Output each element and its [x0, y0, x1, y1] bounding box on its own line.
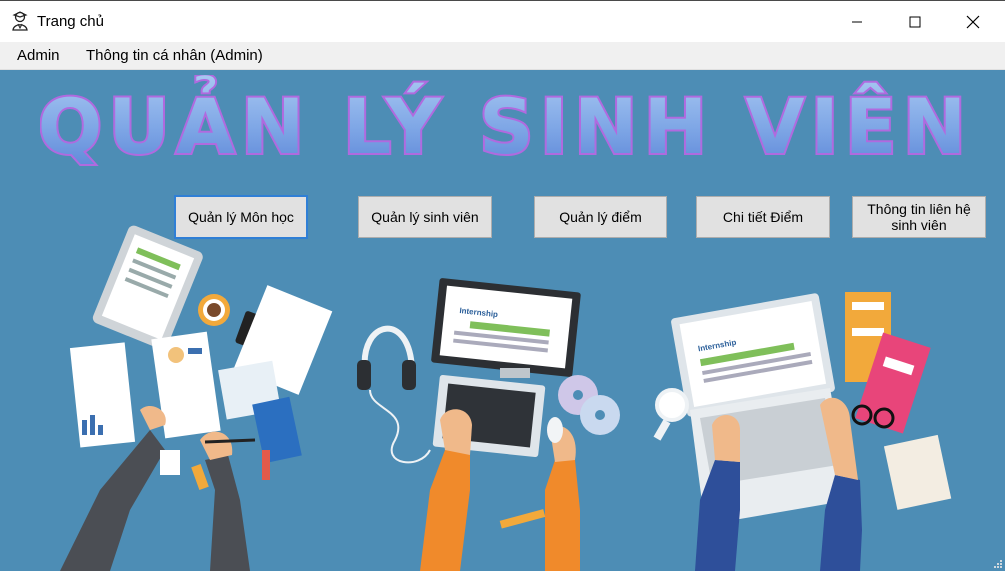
- banner-title-text: QUẢN LÝ SINH VIÊN: [40, 75, 970, 170]
- close-button[interactable]: [950, 1, 996, 43]
- books-illustration: [845, 292, 931, 434]
- headphones-illustration: [357, 325, 431, 464]
- magnifier-illustration: [653, 388, 689, 441]
- main-panel: Internship Internship QUẢN LÝ SINH VIÊN …: [0, 70, 1005, 571]
- maximize-button[interactable]: [892, 1, 938, 43]
- title-bar: Trang chủ: [0, 0, 1005, 42]
- menu-item-personal-info[interactable]: Thông tin cá nhân (Admin): [86, 47, 263, 64]
- banner-title: QUẢN LÝ SINH VIÊN: [40, 75, 970, 170]
- close-icon: [966, 15, 980, 29]
- notebook-illustration: [883, 434, 952, 510]
- resize-grip-icon[interactable]: [993, 559, 1003, 569]
- coffee-cup-illustration: [198, 294, 230, 326]
- manage-students-button[interactable]: Quản lý sinh viên: [358, 196, 492, 238]
- tablet-illustration: [92, 225, 203, 350]
- minimize-button[interactable]: [834, 1, 880, 43]
- student-contact-button[interactable]: Thông tin liên hệ sinh viên: [852, 196, 986, 238]
- menu-item-admin[interactable]: Admin: [17, 47, 60, 64]
- menu-bar: Admin Thông tin cá nhân (Admin): [0, 42, 1005, 70]
- grade-details-button[interactable]: Chi tiết Điểm: [696, 196, 830, 238]
- manage-grades-button[interactable]: Quản lý điểm: [534, 196, 667, 238]
- maximize-icon: [909, 16, 921, 28]
- manage-subjects-button[interactable]: Quản lý Môn học: [174, 195, 308, 239]
- window-title: Trang chủ: [37, 13, 104, 30]
- minimize-icon: [852, 21, 862, 23]
- app-icon: [12, 11, 28, 31]
- cd-discs-illustration: [558, 375, 620, 435]
